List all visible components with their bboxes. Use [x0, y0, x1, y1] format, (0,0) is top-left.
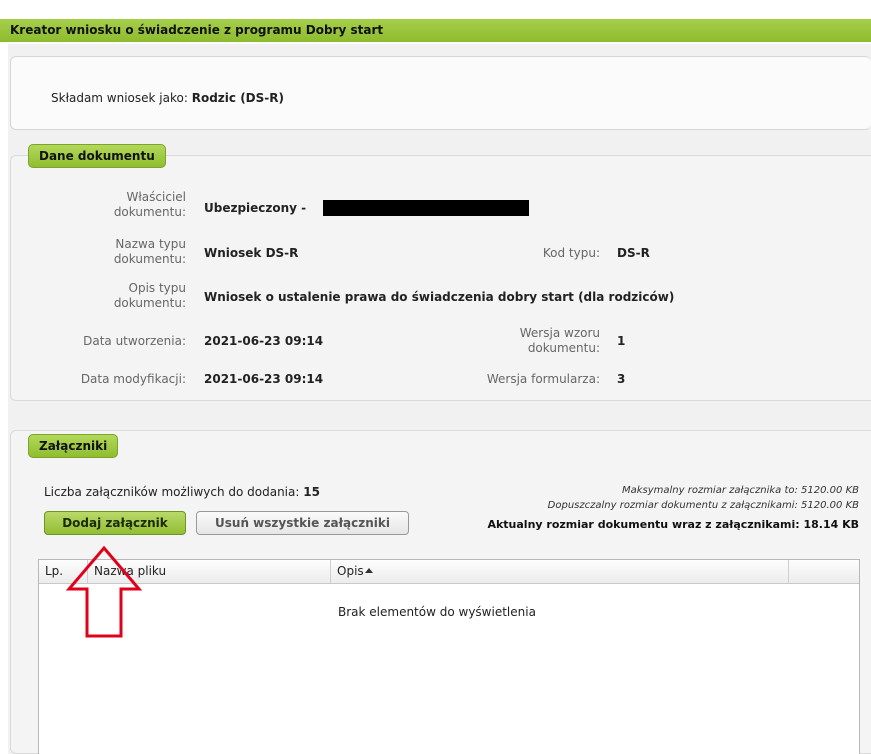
applicant-prefix: Składam wniosek jako:: [51, 91, 188, 105]
modified-label: Data modyfikacji:: [80, 372, 186, 386]
template-version-label: Wersja wzoru dokumentu:: [519, 326, 600, 355]
max-size-text: Maksymalny rozmiar załącznika to: 5120.0…: [621, 485, 859, 496]
document-legend: Dane dokumentu: [28, 144, 166, 168]
red-arrow-icon: [66, 545, 142, 638]
template-version-value: 1: [617, 334, 626, 348]
attachment-count: Liczba załączników możliwych do dodania:…: [44, 485, 320, 499]
grid-header: Lp. Nazwa pliku Opis: [39, 560, 859, 584]
created-value: 2021-06-23 09:14: [204, 334, 324, 348]
attachments-grid: Lp. Nazwa pliku Opis: [38, 559, 860, 754]
window-title: Kreator wniosku o świadczenie z programu…: [0, 19, 871, 42]
applicant-panel: Składam wniosek jako: Rodzic (DS-R): [10, 56, 871, 130]
window-titlebar: Kreator wniosku o świadczenie z programu…: [0, 0, 871, 44]
column-header-description[interactable]: Opis: [331, 560, 789, 583]
red-arrow-outline: [66, 545, 142, 638]
attachment-count-value: 15: [303, 485, 320, 499]
empty-grid-message: Brak elementów do wyświetlenia: [338, 605, 536, 619]
created-label: Data utworzenia:: [83, 334, 186, 348]
add-attachment-button[interactable]: Dodaj załącznik: [44, 511, 186, 535]
allowed-size-text: Dopuszczalny rozmiar dokumentu z załączn…: [547, 500, 859, 511]
type-code-label: Kod typu:: [542, 246, 600, 260]
applicant-role: Rodzic (DS-R): [191, 91, 284, 105]
form-version-value: 3: [617, 372, 626, 386]
type-name-label: Nazwa typu dokumentu:: [113, 237, 186, 266]
remove-all-attachments-button[interactable]: Usuń wszystkie załączniki: [196, 511, 409, 535]
redacted-block: [323, 200, 529, 216]
owner-label: Właściciel dokumentu:: [113, 190, 186, 219]
type-code-value: DS-R: [617, 246, 650, 260]
current-size-text: Aktualny rozmiar dokumentu wraz z załącz…: [487, 518, 859, 531]
column-header-extra: [789, 560, 859, 583]
type-desc-label: Opis typu dokumentu:: [113, 281, 186, 310]
attachments-legend: Załączniki: [28, 434, 119, 458]
owner-value: Ubezpieczony -: [204, 201, 307, 215]
type-desc-value: Wniosek o ustalenie prawa do świadczenia…: [204, 290, 675, 304]
modified-value: 2021-06-23 09:14: [204, 372, 324, 386]
form-version-label: Wersja formularza:: [486, 372, 600, 386]
type-name-value: Wniosek DS-R: [204, 246, 299, 260]
